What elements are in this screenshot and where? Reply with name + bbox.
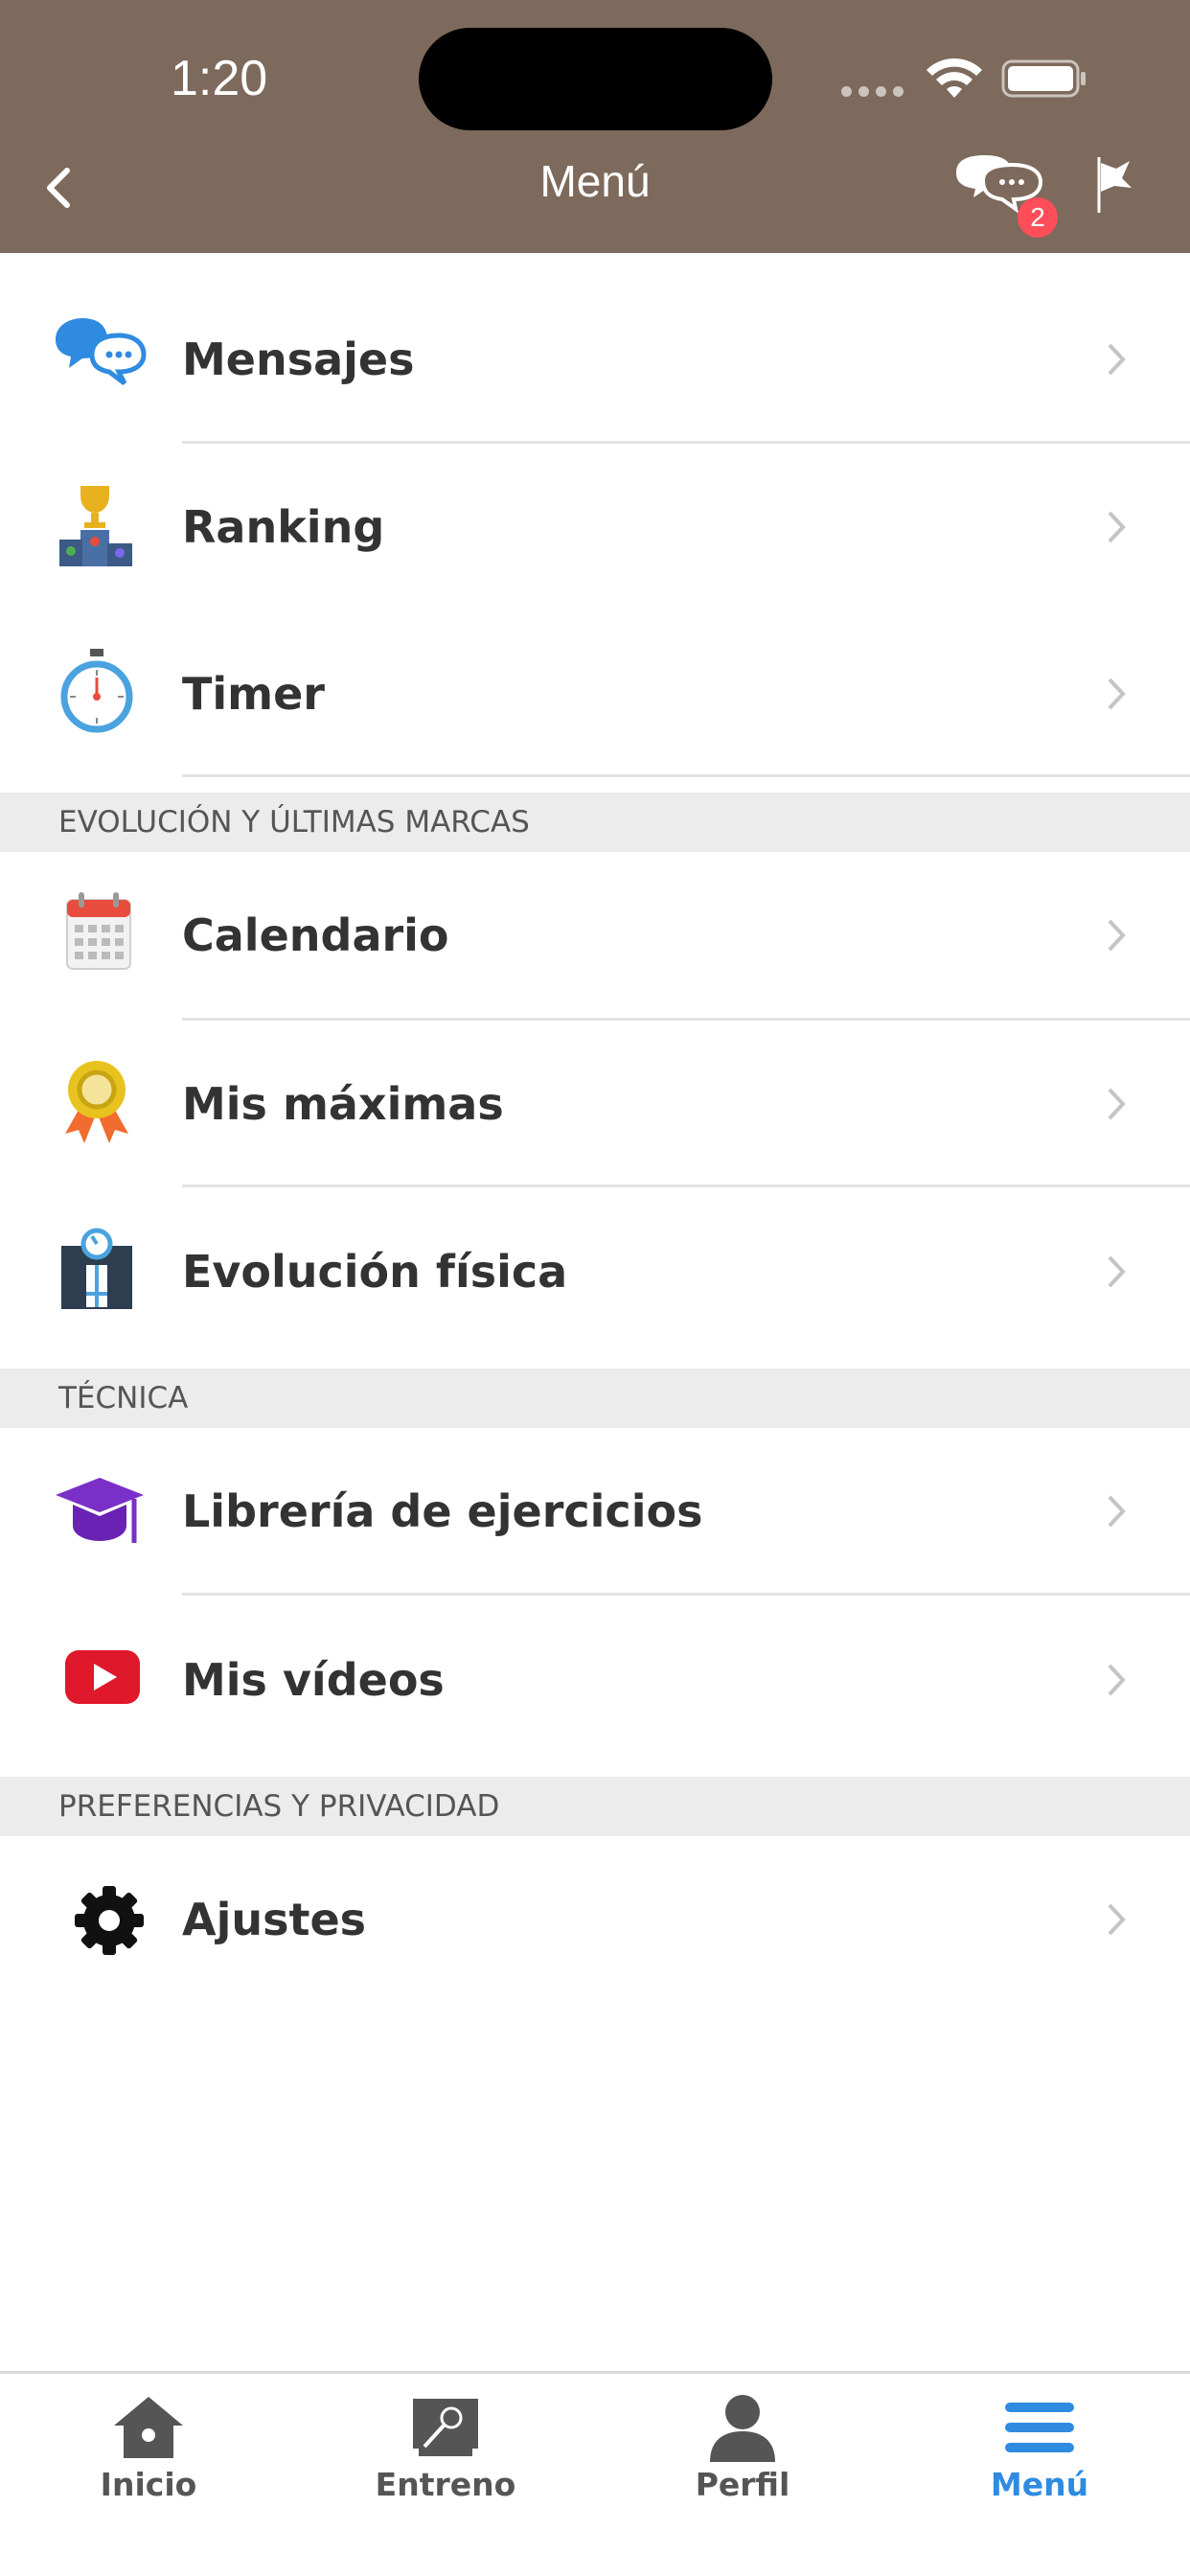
menu-item-mis-maximas[interactable]: Mis máximas — [0, 1021, 1190, 1187]
row-divider — [182, 1184, 1190, 1187]
person-icon — [710, 2395, 775, 2462]
chevron-right-icon — [1108, 511, 1126, 543]
menu-item-libreria-ejercicios[interactable]: Librería de ejercicios — [0, 1428, 1190, 1595]
tab-label: Entreno — [375, 2466, 516, 2503]
chevron-right-icon — [1108, 919, 1126, 952]
menu-item-calendario[interactable]: Calendario — [0, 852, 1190, 1019]
menu-item-label: Librería de ejercicios — [182, 1485, 703, 1537]
tab-label: Inicio — [100, 2466, 197, 2503]
training-icon — [413, 2399, 478, 2456]
menu-item-evolucion-fisica[interactable]: Evolución física — [0, 1188, 1190, 1355]
menu-item-ajustes[interactable]: Ajustes — [0, 1836, 1190, 2003]
gear-icon — [75, 1886, 144, 1955]
menu-item-label: Mis vídeos — [182, 1654, 445, 1706]
menu-item-mis-videos[interactable]: Mis vídeos — [0, 1597, 1190, 1763]
menu-item-timer[interactable]: Timer — [0, 610, 1190, 777]
graduation-cap-icon — [56, 1478, 144, 1543]
podium-icon — [59, 486, 132, 566]
chevron-right-icon — [1108, 1088, 1126, 1120]
row-divider — [182, 774, 1190, 777]
cellular-signal-icon — [841, 86, 904, 97]
menu-item-label: Mis máximas — [182, 1078, 504, 1130]
tab-inicio[interactable]: Inicio — [0, 2374, 297, 2556]
section-header-label: TÉCNICA — [58, 1381, 189, 1415]
tab-label: Perfil — [695, 2466, 790, 2503]
menu-item-label: Mensajes — [182, 334, 415, 385]
chevron-right-icon — [1108, 1664, 1126, 1696]
tab-bar: Inicio Entreno Perfil Menú — [0, 2371, 1190, 2576]
menu-item-mensajes[interactable]: Mensajes — [0, 276, 1190, 443]
scale-icon — [61, 1228, 132, 1309]
section-header-tecnica: TÉCNICA — [0, 1368, 1190, 1428]
chevron-right-icon — [1108, 678, 1126, 710]
calendar-icon — [66, 892, 131, 970]
section-header-preferencias: PREFERENCIAS Y PRIVACIDAD — [0, 1777, 1190, 1836]
row-divider — [182, 1593, 1190, 1596]
medal-icon — [65, 1061, 128, 1143]
stopwatch-icon — [60, 649, 133, 733]
youtube-icon — [65, 1650, 140, 1704]
menu-item-label: Ajustes — [182, 1894, 367, 1945]
chevron-right-icon — [1108, 1495, 1126, 1528]
dynamic-island — [419, 28, 772, 130]
tab-entreno[interactable]: Entreno — [297, 2374, 594, 2556]
unread-badge: 2 — [1018, 197, 1058, 238]
flag-icon[interactable] — [1087, 151, 1145, 218]
tab-perfil[interactable]: Perfil — [594, 2374, 891, 2556]
chevron-right-icon — [1108, 1903, 1126, 1936]
section-header-evolucion: EVOLUCIÓN Y ÚLTIMAS MARCAS — [0, 793, 1190, 852]
menu-item-ranking[interactable]: Ranking — [0, 444, 1190, 610]
section-header-label: PREFERENCIAS Y PRIVACIDAD — [58, 1789, 500, 1824]
app-header: 1:20 Menú 2 — [0, 0, 1190, 253]
battery-icon — [1001, 59, 1086, 98]
status-time: 1:20 — [171, 51, 268, 106]
menu-item-label: Evolución física — [182, 1246, 568, 1298]
chevron-right-icon — [1108, 1255, 1126, 1288]
menu-item-label: Ranking — [182, 501, 385, 553]
messages-icon — [56, 318, 147, 385]
chevron-right-icon — [1108, 343, 1126, 376]
menu-item-label: Timer — [182, 668, 325, 720]
home-icon — [114, 2397, 183, 2458]
menu-item-label: Calendario — [182, 909, 449, 961]
tab-label: Menú — [990, 2466, 1089, 2503]
section-header-label: EVOLUCIÓN Y ÚLTIMAS MARCAS — [58, 805, 530, 840]
wifi-icon — [927, 58, 982, 98]
hamburger-icon — [1005, 2403, 1074, 2452]
tab-menu[interactable]: Menú — [891, 2374, 1188, 2556]
